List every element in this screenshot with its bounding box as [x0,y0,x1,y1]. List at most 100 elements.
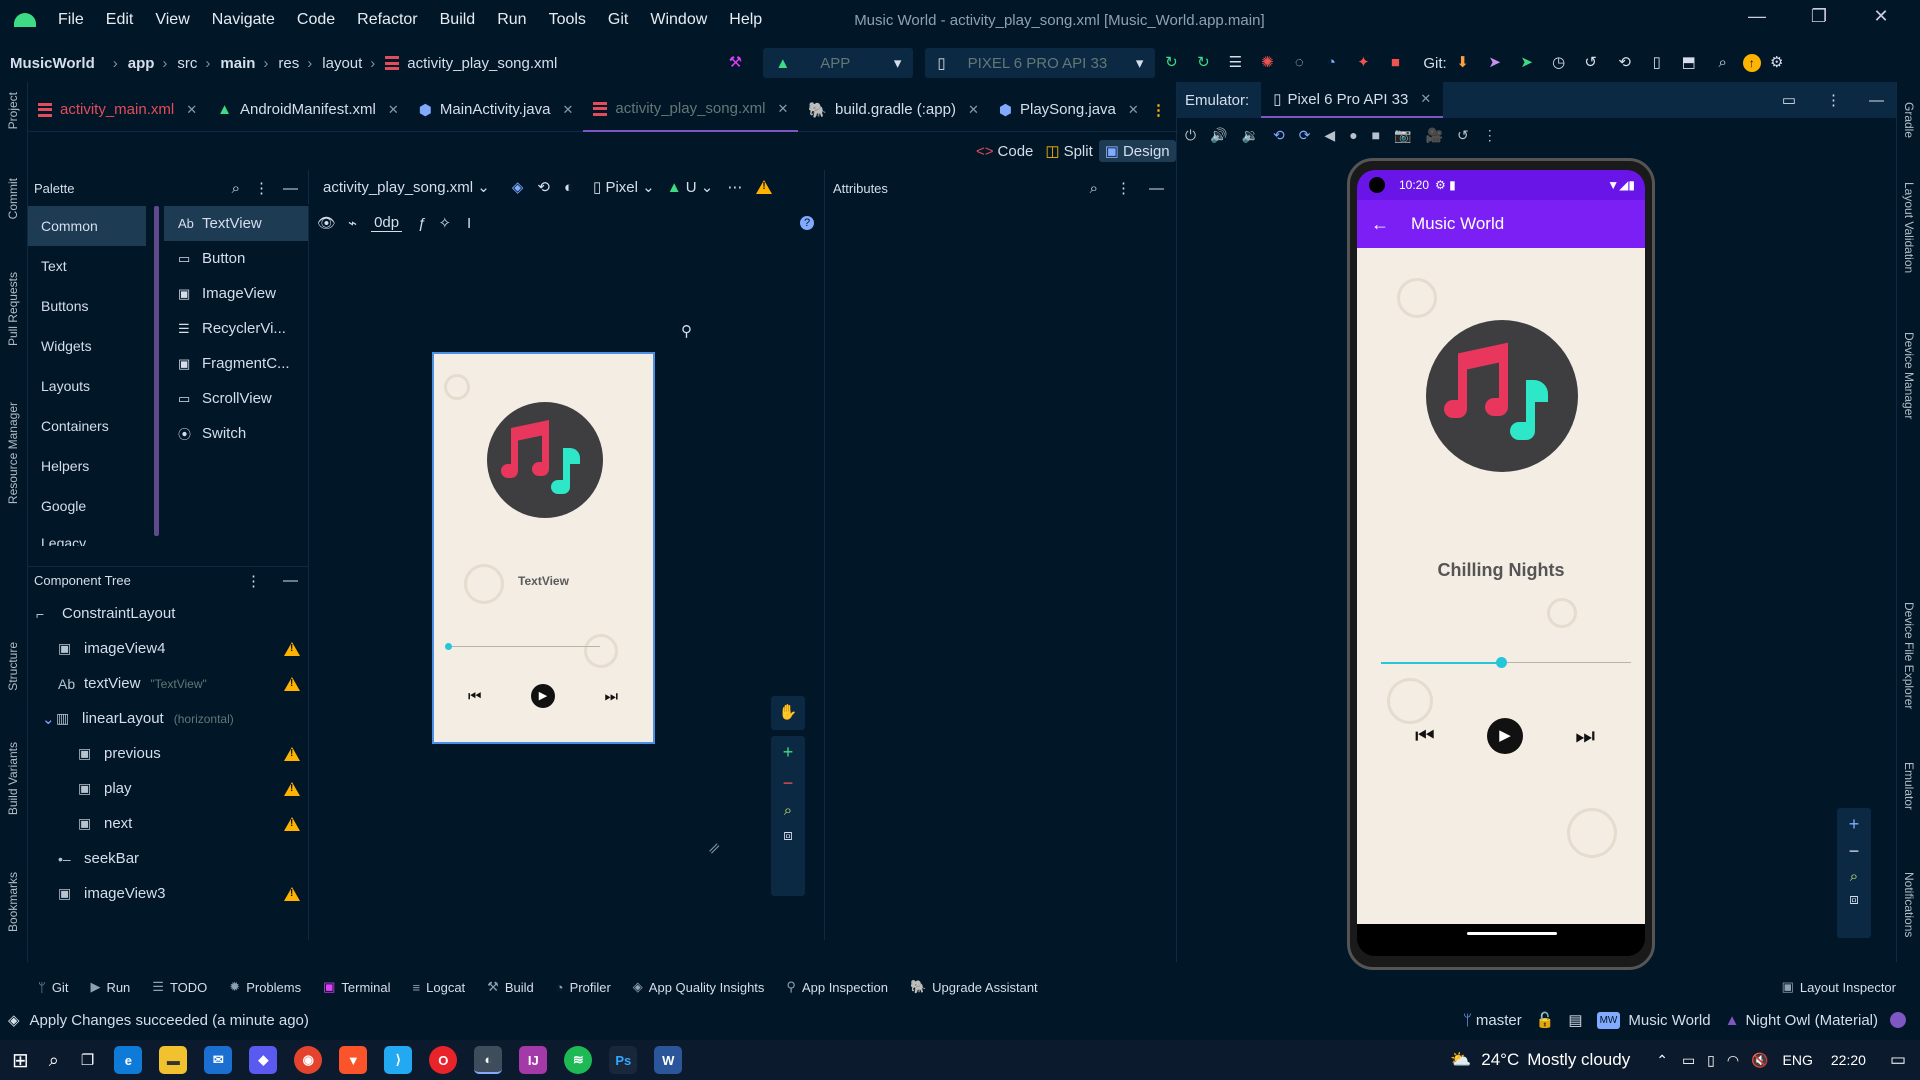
project-name[interactable]: MusicWorld [10,55,95,72]
tool-git[interactable]: ᛘ Git [38,980,68,995]
attach-debugger-icon[interactable]: ✦ [1353,53,1373,73]
zoom-fit-icon[interactable]: ⌕ [1837,868,1871,885]
photos-icon[interactable]: ◆ [249,1046,278,1074]
design-canvas[interactable]: ⚲ TextView ⏮ ▶ ⏭ ═ ✋ + − ⌕ ⧈ [308,240,824,940]
tool-device-manager[interactable]: Device Manager [1902,332,1916,419]
guidelines-icon[interactable]: I [467,215,471,232]
vscode-icon[interactable]: ⟩ [384,1046,413,1074]
close-icon[interactable]: ✕ [186,102,197,118]
mail-icon[interactable]: ✉ [204,1046,233,1074]
breadcrumb-layout[interactable]: layout [322,55,362,72]
chat-icon[interactable]: ▤ [1568,1011,1582,1029]
battery-icon[interactable]: ▭ [1682,1052,1695,1069]
close-icon[interactable]: ✕ [388,102,399,118]
sync-gradle-icon[interactable]: ⟲ [1615,53,1635,73]
zoom-screen-icon[interactable]: ⧈ [771,827,805,844]
notification-icon[interactable]: ▭ [1890,1050,1906,1070]
hide-panel-icon[interactable]: — [1149,180,1164,197]
warning-icon[interactable] [284,816,300,831]
tool-run[interactable]: ▶ Run [90,979,130,995]
git-push-icon[interactable]: ➤ [1517,53,1537,73]
brave-icon[interactable]: ▼ [339,1046,368,1074]
seek-bar-thumb[interactable] [444,643,452,650]
tool-layout-validation[interactable]: Layout Validation [1902,182,1916,273]
breadcrumb-file[interactable]: activity_play_song.xml [407,55,557,72]
android-studio-icon[interactable]: ◐ [474,1046,503,1074]
tool-profiler[interactable]: ◔ Profiler [556,980,611,995]
project-name-status[interactable]: Music World [1628,1012,1710,1029]
volume-up-icon[interactable]: 🔊 [1210,127,1227,144]
chevron-down-icon[interactable]: ⌄ [42,710,56,728]
menu-build[interactable]: Build [440,11,476,29]
git-update-icon[interactable]: ⬇ [1453,53,1473,73]
warning-icon[interactable] [284,746,300,761]
more-options-icon[interactable]: ⋮ [246,572,261,590]
warning-icon[interactable] [284,641,300,656]
weather-text[interactable]: Mostly cloudy [1527,1050,1630,1070]
default-margin-field[interactable]: 0dp [371,214,403,232]
tool-project[interactable]: Project [6,92,20,129]
play-icon[interactable]: ▶ [531,684,555,708]
palette-cat-layouts[interactable]: Layouts [28,366,146,406]
tool-emulator[interactable]: Emulator [1902,762,1916,810]
close-icon[interactable]: ✕ [1420,91,1431,107]
list-icon[interactable]: ☰ [1225,53,1245,73]
search-icon[interactable]: ⌕ [49,1050,59,1071]
palette-item-textview[interactable]: Ab TextView [164,206,308,241]
tree-node-previous[interactable]: ▣ previous [28,736,308,771]
palette-cat-google[interactable]: Google [28,486,146,526]
profile-icon[interactable]: ◔ [1321,53,1341,73]
palette-item-imageview[interactable]: ▣ ImageView [164,276,308,311]
palette-cat-containers[interactable]: Containers [28,406,146,446]
device-icon[interactable]: ▯ [1707,1052,1715,1069]
git-commit-icon[interactable]: ➤ [1485,53,1505,73]
power-icon[interactable]: ⏻ [1185,127,1196,144]
tool-notifications[interactable]: Notifications [1902,872,1916,937]
help-icon[interactable]: ? [800,216,814,230]
git-branch[interactable]: master [1476,1012,1522,1029]
menu-view[interactable]: View [155,11,189,29]
breadcrumb-app[interactable]: app [128,55,155,72]
palette-scrollbar[interactable] [154,206,159,536]
overview-icon[interactable]: ■ [1372,127,1380,143]
wifi-icon[interactable]: ◠ [1727,1052,1739,1069]
tool-upgrade-assistant[interactable]: 🐘 Upgrade Assistant [910,979,1038,995]
home-handle[interactable] [1467,932,1557,935]
night-mode-icon[interactable]: ◐ [564,179,573,196]
seek-bar-thumb[interactable] [1495,657,1507,668]
spotify-icon[interactable]: ≋ [564,1046,593,1074]
zoom-fit-icon[interactable]: ⌕ [771,802,805,819]
intellij-icon[interactable]: IJ [519,1046,548,1074]
search-icon[interactable]: ⌕ [1090,180,1098,197]
clock[interactable]: 22:20 [1831,1052,1866,1068]
tool-build[interactable]: ⚒ Build [487,979,534,995]
back-icon[interactable]: ◀ [1324,127,1335,144]
resize-handle-icon[interactable]: ═ [705,839,725,859]
tab-build-gradle[interactable]: 🐘 build.gradle (:app) ✕ [798,88,989,132]
api-dropdown[interactable]: ▲ U ⌄ [667,178,714,196]
warning-icon[interactable] [756,180,773,194]
tree-node-play[interactable]: ▣ play [28,771,308,806]
maximize-button[interactable]: ❐ [1788,6,1850,27]
minimize-button[interactable]: — [1726,6,1788,27]
menu-run[interactable]: Run [497,11,526,29]
palette-cat-buttons[interactable]: Buttons [28,286,146,326]
sdk-manager-icon[interactable]: ⬒ [1679,53,1699,73]
menu-window[interactable]: Window [650,11,707,29]
menu-code[interactable]: Code [297,11,335,29]
tool-build-variants[interactable]: Build Variants [6,742,20,815]
design-surface-icon[interactable]: ◈ [512,178,524,196]
previous-icon[interactable]: ⏮ [1415,723,1435,749]
previous-icon[interactable]: ⏮ [468,688,482,705]
rotate-left-icon[interactable]: ⟲ [1273,127,1285,144]
window-mode-icon[interactable]: ▭ [1782,91,1796,109]
pin-icon[interactable]: ⚲ [681,322,692,340]
lock-icon[interactable]: 🔓 [1536,1011,1555,1029]
stop-icon[interactable]: ■ [1385,53,1405,73]
tab-main-activity[interactable]: ⬢ MainActivity.java ✕ [409,88,584,132]
tree-node-constraintlayout[interactable]: ⌐ ConstraintLayout [28,596,308,631]
tool-resource-manager[interactable]: Resource Manager [6,402,20,504]
menu-edit[interactable]: Edit [106,11,134,29]
file-explorer-icon[interactable]: ▬ [159,1046,188,1074]
palette-item-switch[interactable]: ⦿ Switch [164,416,308,451]
